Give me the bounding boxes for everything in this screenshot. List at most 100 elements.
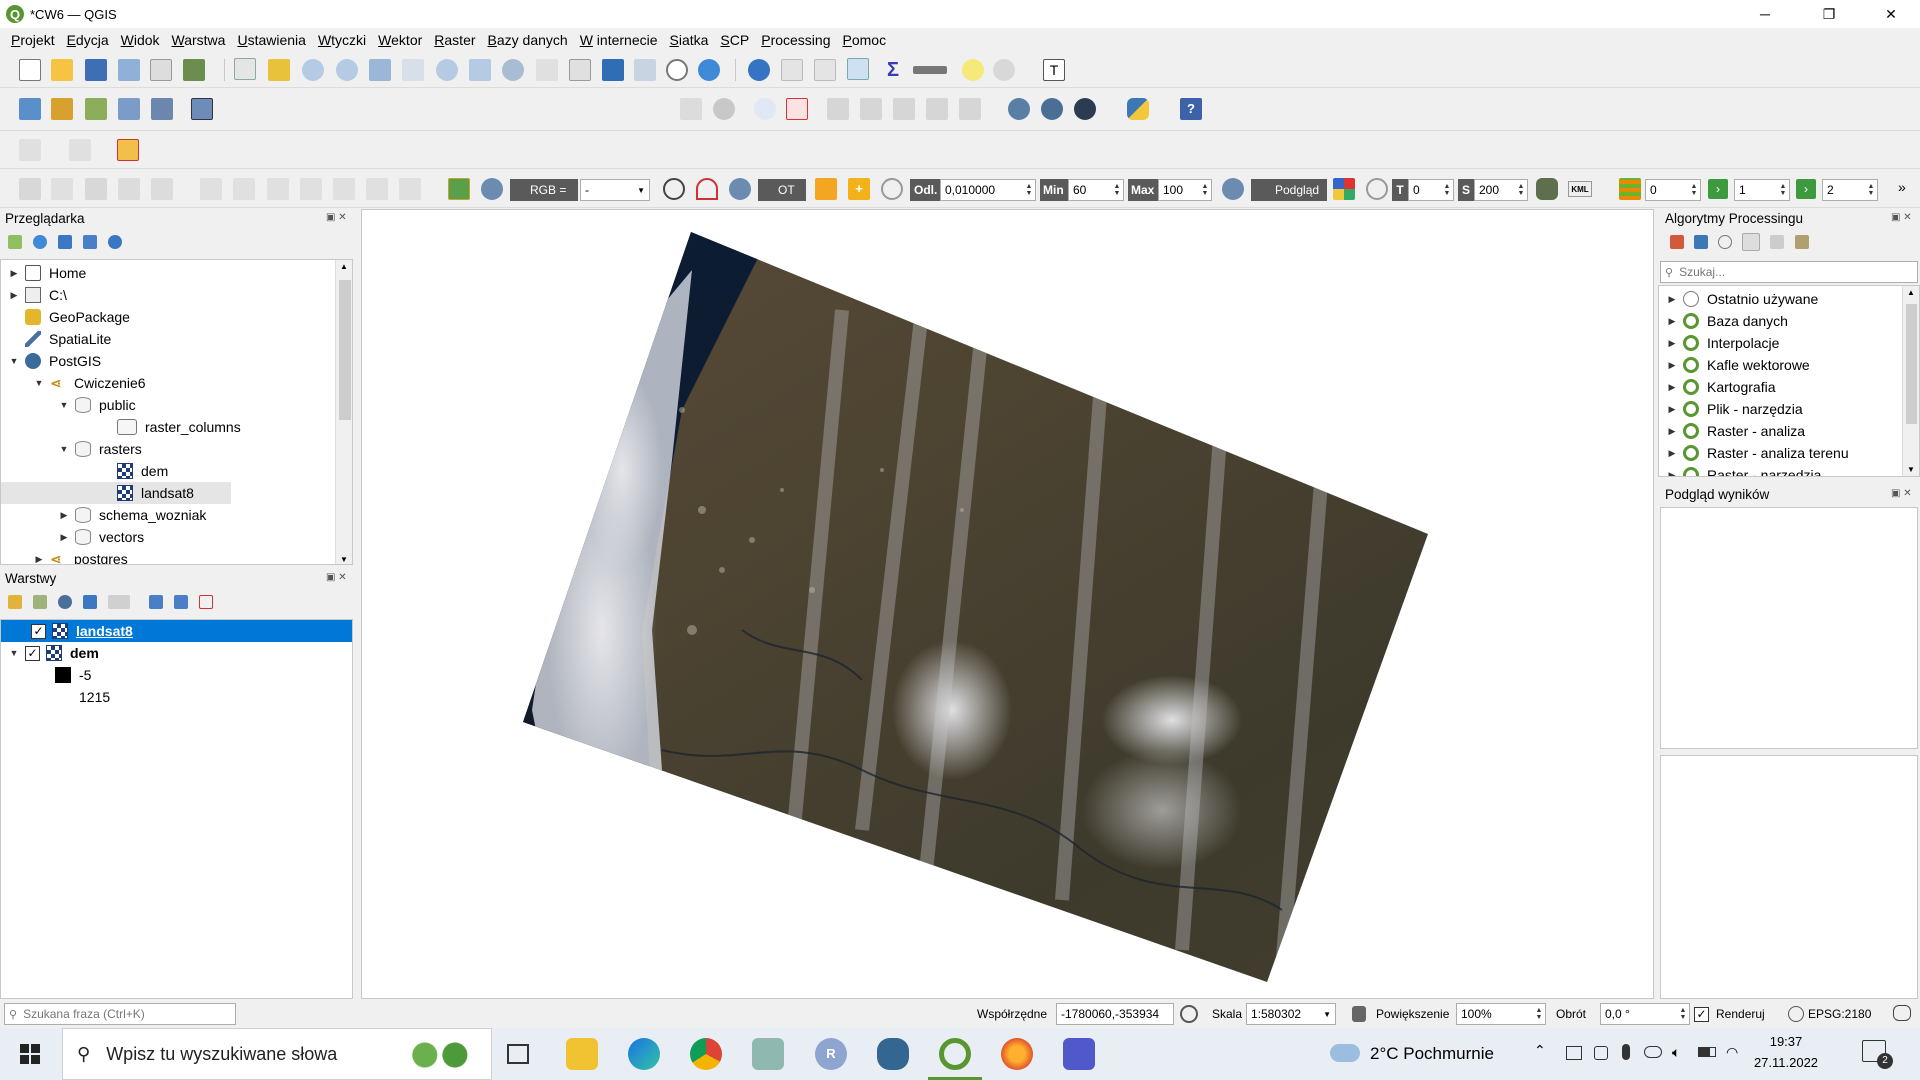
delete-selected-icon[interactable] <box>233 178 255 200</box>
collapse-all-icon[interactable] <box>83 235 97 249</box>
deselect-all-icon[interactable] <box>117 139 139 161</box>
identify-icon[interactable] <box>748 59 770 81</box>
tray-chevron-icon[interactable]: ⌃ <box>1534 1042 1546 1059</box>
edge-icon[interactable] <box>628 1038 660 1070</box>
save-project-icon[interactable] <box>85 59 107 81</box>
open-project-icon[interactable] <box>51 59 73 81</box>
save-as-icon[interactable] <box>118 59 140 81</box>
zoom-out-icon[interactable] <box>336 59 358 81</box>
show-bookmarks-icon[interactable] <box>634 59 656 81</box>
zoom-native-icon[interactable] <box>469 59 491 81</box>
add-geopackage-icon[interactable] <box>51 98 73 120</box>
layer-landsat8[interactable]: ✓ landsat8 <box>1 620 352 642</box>
label-settings-icon[interactable] <box>959 98 981 120</box>
menu-warstwa[interactable]: Warstwa <box>172 32 226 48</box>
zoom-last-icon[interactable] <box>502 59 524 81</box>
change-label-icon[interactable] <box>893 98 915 120</box>
scale-combobox[interactable]: 1:580302 ▼ <box>1246 1003 1336 1025</box>
band-g-spinbox[interactable]: 1 ▲ ▼ <box>1734 179 1790 201</box>
scp-rgb-icon[interactable] <box>663 178 685 200</box>
locator-search-input[interactable]: ⚲ Szukana fraza (Ctrl+K) <box>4 1003 236 1025</box>
tree-item-postgis[interactable]: ▼ PostGIS <box>9 350 101 372</box>
proc-raster-analysis[interactable]: ▶ Raster - analiza <box>1667 420 1805 442</box>
tree-item-c-drive[interactable]: ▶ C:\ <box>9 284 67 306</box>
tree-item-public[interactable]: ▼ public <box>59 394 136 416</box>
firefox-icon[interactable] <box>1001 1038 1033 1070</box>
pan-to-selection-icon[interactable] <box>268 59 290 81</box>
qgis-taskbar-icon[interactable] <box>939 1038 971 1070</box>
osm-search-icon[interactable] <box>1074 98 1096 120</box>
band-next-icon[interactable]: › <box>1708 179 1728 199</box>
menu-w-internecie[interactable]: W internecie <box>580 32 658 48</box>
coord-input[interactable]: -1780060,-353934 <box>1056 1003 1174 1025</box>
select-by-value-icon[interactable] <box>69 139 91 161</box>
scp-zoom-preview-icon[interactable] <box>1222 178 1244 200</box>
notifications-icon[interactable]: 2 <box>1862 1040 1893 1069</box>
scp-redo-icon[interactable] <box>881 178 903 200</box>
refresh-browser-icon[interactable] <box>33 235 47 249</box>
print-layout-icon[interactable] <box>150 59 172 81</box>
close-button[interactable]: ✕ <box>1868 0 1914 28</box>
cut-icon[interactable] <box>267 178 289 200</box>
band-b-spinbox[interactable]: 2 ▲ ▼ <box>1822 179 1878 201</box>
weather-cloud-icon[interactable] <box>1330 1044 1360 1062</box>
lock-scale-icon[interactable] <box>1352 1006 1366 1022</box>
zoom-next-icon[interactable] <box>536 59 558 81</box>
band-set-icon[interactable] <box>1619 178 1641 200</box>
style-manager-icon[interactable] <box>183 59 205 81</box>
layer-dem-checkbox[interactable]: ✓ <box>25 645 40 661</box>
tray-app-icon[interactable] <box>1566 1046 1582 1060</box>
odl-spinbox[interactable]: 0,010000 ▲ ▼ <box>940 179 1036 201</box>
collapse-all-layers-icon[interactable] <box>174 595 188 609</box>
undo-icon[interactable] <box>366 178 388 200</box>
r-icon[interactable]: R <box>815 1038 847 1070</box>
redo-icon[interactable] <box>399 178 421 200</box>
toolbar-overflow-icon[interactable]: » <box>1898 179 1906 195</box>
attribute-table-icon[interactable] <box>781 59 803 81</box>
refresh-icon[interactable] <box>698 59 720 81</box>
min-spinbox[interactable]: 60 ▲ ▼ <box>1068 179 1124 201</box>
battery-icon[interactable] <box>1698 1047 1716 1057</box>
proc-interpolation[interactable]: ▶ Interpolacje <box>1667 332 1779 354</box>
chrome-icon[interactable] <box>690 1038 722 1070</box>
band-next2-icon[interactable]: › <box>1796 179 1816 199</box>
proc-vector-tiles[interactable]: ▶ Kafle wektorowe <box>1667 354 1810 376</box>
menu-projekt[interactable]: Projekt <box>11 32 55 48</box>
history-icon[interactable] <box>1718 235 1732 249</box>
tree-item-geopackage[interactable]: GeoPackage <box>9 306 130 328</box>
menu-ustawienia[interactable]: Ustawienia <box>237 32 306 48</box>
minimize-button[interactable]: ─ <box>1742 0 1788 28</box>
teams-icon[interactable] <box>1063 1038 1095 1070</box>
band-r-spinbox[interactable]: 0 ▲ ▼ <box>1645 179 1701 201</box>
tree-item-spatialite[interactable]: SpatiaLite <box>9 328 111 350</box>
move-label-icon[interactable] <box>827 98 849 120</box>
text-annotation-icon[interactable]: T <box>1043 59 1065 81</box>
menu-edycja[interactable]: Edycja <box>67 32 109 48</box>
temporal-controller-icon[interactable] <box>666 59 688 81</box>
results-viewer-icon[interactable] <box>1742 233 1760 251</box>
scp-add-roi-icon[interactable]: + <box>848 178 870 200</box>
clock-date[interactable]: 27.11.2022 <box>1746 1055 1826 1070</box>
zoom-selection-icon[interactable] <box>402 59 424 81</box>
zoom-layer-icon[interactable] <box>436 59 458 81</box>
tree-item-vectors[interactable]: ▶ vectors <box>59 526 144 548</box>
messages-icon[interactable] <box>1893 1005 1911 1021</box>
scp-preview-icon[interactable] <box>1333 178 1355 200</box>
map-tips-icon[interactable] <box>962 59 984 81</box>
menu-scp[interactable]: SCP <box>720 32 749 48</box>
processing-dock-buttons[interactable]: ▣ ✕ <box>1891 212 1912 223</box>
kml-icon[interactable]: KML <box>1568 181 1592 197</box>
zoom-spinbox[interactable]: 100% ▲ ▼ <box>1456 1003 1546 1025</box>
zoom-in-icon[interactable] <box>302 59 324 81</box>
menu-wtyczki[interactable]: Wtyczki <box>318 32 366 48</box>
scp-zoom-temp-icon[interactable] <box>729 178 751 200</box>
pgadmin-elephant-icon[interactable] <box>877 1038 909 1070</box>
expand-all-icon[interactable] <box>149 595 163 609</box>
tree-item-rasters[interactable]: ▼ rasters <box>59 438 142 460</box>
scp-stack-icon[interactable] <box>1536 178 1558 200</box>
scp-redo-preview-icon[interactable] <box>1366 178 1388 200</box>
menu-processing[interactable]: Processing <box>761 32 830 48</box>
label-pin-icon[interactable] <box>713 98 735 120</box>
current-edits-icon[interactable] <box>19 178 41 200</box>
tree-item-cwiczenie6[interactable]: ▼ ⋖ Cwiczenie6 <box>34 372 146 394</box>
